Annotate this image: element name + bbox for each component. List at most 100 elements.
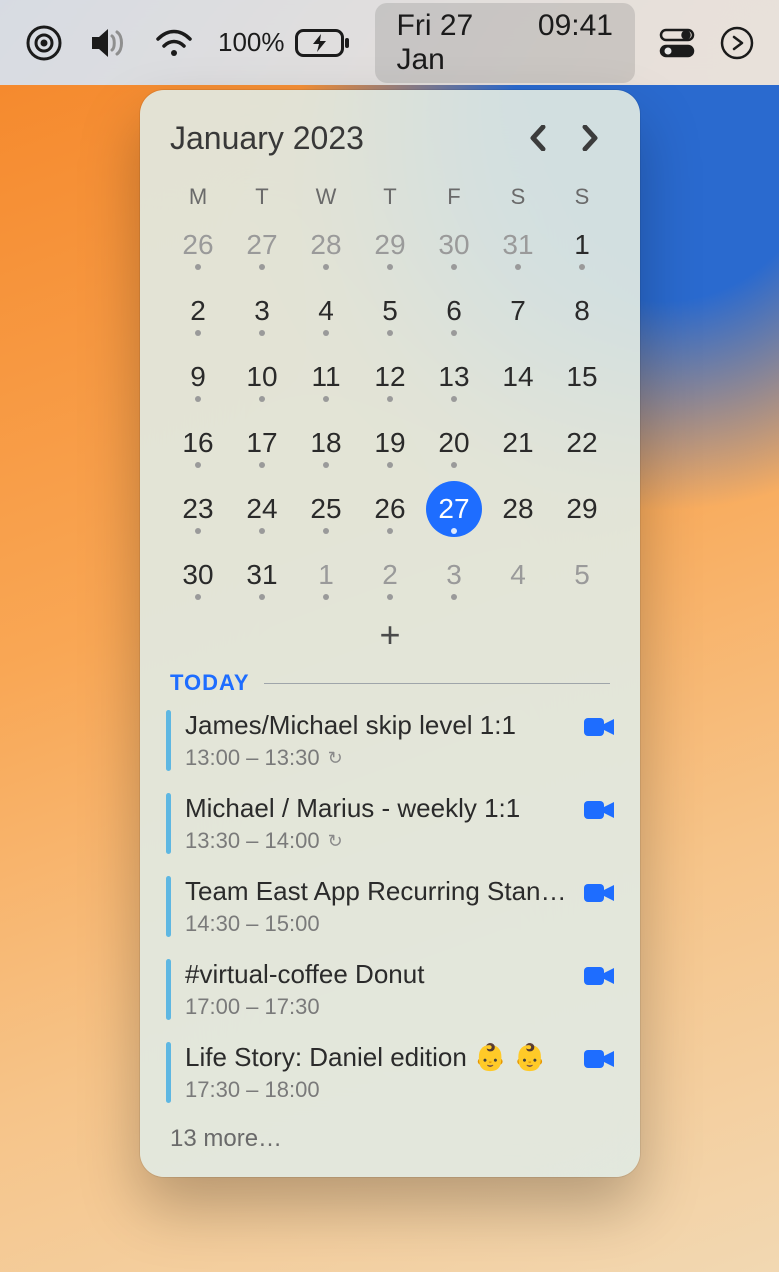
day-cell[interactable]: 4 <box>486 546 550 604</box>
event-color-bar <box>166 876 171 937</box>
next-month-button[interactable] <box>570 118 610 158</box>
day-cell[interactable]: 11 <box>294 348 358 406</box>
day-cell[interactable]: 15 <box>550 348 614 406</box>
battery-percent-label: 100% <box>218 27 285 58</box>
weekday-label: T <box>358 184 422 210</box>
month-title: January 2023 <box>170 120 506 157</box>
day-cell[interactable]: 27 <box>422 480 486 538</box>
video-call-icon[interactable] <box>584 716 614 738</box>
weekday-label: S <box>486 184 550 210</box>
day-cell[interactable]: 7 <box>486 282 550 340</box>
day-cell[interactable]: 17 <box>230 414 294 472</box>
event-color-bar <box>166 1042 171 1103</box>
wifi-icon[interactable] <box>154 28 194 58</box>
event-title: James/Michael skip level 1:1 <box>185 710 570 741</box>
day-cell[interactable]: 31 <box>230 546 294 604</box>
day-cell[interactable]: 28 <box>294 216 358 274</box>
day-cell[interactable]: 18 <box>294 414 358 472</box>
day-cell[interactable]: 20 <box>422 414 486 472</box>
day-cell[interactable]: 12 <box>358 348 422 406</box>
event-body: #virtual-coffee Donut 17:00 – 17:30 <box>185 959 570 1020</box>
event-color-bar <box>166 959 171 1020</box>
event-row[interactable]: Life Story: Daniel edition 👶 👶17:30 – 18… <box>166 1042 614 1103</box>
day-cell[interactable]: 21 <box>486 414 550 472</box>
video-call-icon[interactable] <box>584 965 614 987</box>
day-cell[interactable]: 28 <box>486 480 550 538</box>
menubar: 100% Fri 27 Jan 09:41 <box>0 0 779 85</box>
day-cell[interactable]: 3 <box>422 546 486 604</box>
day-cell[interactable]: 14 <box>486 348 550 406</box>
day-cell[interactable]: 2 <box>358 546 422 604</box>
event-color-bar <box>166 793 171 854</box>
day-cell[interactable]: 1 <box>294 546 358 604</box>
day-cell[interactable]: 6 <box>422 282 486 340</box>
add-event-button[interactable]: + <box>140 604 640 670</box>
day-cell[interactable]: 1 <box>550 216 614 274</box>
day-cell[interactable]: 29 <box>550 480 614 538</box>
battery-indicator[interactable]: 100% <box>218 27 351 58</box>
prev-month-button[interactable] <box>518 118 558 158</box>
weekday-label: W <box>294 184 358 210</box>
control-center-icon[interactable] <box>659 28 695 58</box>
day-cell[interactable]: 25 <box>294 480 358 538</box>
video-call-icon[interactable] <box>584 1048 614 1070</box>
weekday-label: S <box>550 184 614 210</box>
day-cell[interactable]: 30 <box>166 546 230 604</box>
today-label: TODAY <box>170 670 250 696</box>
day-cell[interactable]: 8 <box>550 282 614 340</box>
event-row[interactable]: Michael / Marius - weekly 1:113:30 – 14:… <box>166 793 614 854</box>
day-cell[interactable]: 5 <box>358 282 422 340</box>
app-icon[interactable] <box>24 23 64 63</box>
day-cell[interactable]: 27 <box>230 216 294 274</box>
day-cell[interactable]: 16 <box>166 414 230 472</box>
calendar-dropdown-panel: January 2023 MTWTFSS 2627282930311234567… <box>140 90 640 1177</box>
day-cell[interactable]: 13 <box>422 348 486 406</box>
recurring-icon: ↻ <box>328 831 343 852</box>
menubar-clock[interactable]: Fri 27 Jan 09:41 <box>375 3 636 83</box>
event-title: #virtual-coffee Donut <box>185 959 570 990</box>
event-body: Team East App Recurring Stan… 14:30 – 15:… <box>185 876 570 937</box>
day-cell[interactable]: 23 <box>166 480 230 538</box>
day-cell[interactable]: 2 <box>166 282 230 340</box>
day-cell[interactable]: 9 <box>166 348 230 406</box>
volume-icon[interactable] <box>88 26 130 60</box>
event-row[interactable]: James/Michael skip level 1:1 13:00 – 13:3… <box>166 710 614 771</box>
event-color-bar <box>166 710 171 771</box>
event-row[interactable]: #virtual-coffee Donut 17:00 – 17:30 <box>166 959 614 1020</box>
day-cell[interactable]: 5 <box>550 546 614 604</box>
day-cell[interactable]: 3 <box>230 282 294 340</box>
day-cell[interactable]: 26 <box>358 480 422 538</box>
day-cell[interactable]: 31 <box>486 216 550 274</box>
event-body: Life Story: Daniel edition 👶 👶17:30 – 18… <box>185 1042 570 1103</box>
event-time: 17:00 – 17:30 <box>185 994 570 1020</box>
event-time: 17:30 – 18:00 <box>185 1077 570 1103</box>
event-time: 14:30 – 15:00 <box>185 911 570 937</box>
weekday-label: T <box>230 184 294 210</box>
menubar-date: Fri 27 Jan <box>397 9 520 77</box>
video-call-icon[interactable] <box>584 882 614 904</box>
events-list: James/Michael skip level 1:1 13:00 – 13:3… <box>140 710 640 1103</box>
chevron-left-icon <box>529 125 547 151</box>
day-cell[interactable]: 30 <box>422 216 486 274</box>
day-cell[interactable]: 4 <box>294 282 358 340</box>
day-cell[interactable]: 22 <box>550 414 614 472</box>
day-cell[interactable]: 19 <box>358 414 422 472</box>
days-grid: 2627282930311234567891011121314151617181… <box>140 216 640 604</box>
event-time: 13:00 – 13:30↻ <box>185 745 570 771</box>
menubar-time: 09:41 <box>538 9 613 77</box>
event-row[interactable]: Team East App Recurring Stan… 14:30 – 15:… <box>166 876 614 937</box>
calendar-header: January 2023 <box>140 110 640 166</box>
event-time: 13:30 – 14:00↻ <box>185 828 570 854</box>
day-cell[interactable]: 26 <box>166 216 230 274</box>
video-call-icon[interactable] <box>584 799 614 821</box>
event-title: Team East App Recurring Stan… <box>185 876 570 907</box>
menu-extra-icon[interactable] <box>719 25 755 61</box>
recurring-icon: ↻ <box>328 748 343 769</box>
today-section-header: TODAY <box>140 670 640 696</box>
day-cell[interactable]: 29 <box>358 216 422 274</box>
weekday-label: M <box>166 184 230 210</box>
more-events-link[interactable]: 13 more… <box>140 1103 640 1153</box>
day-cell[interactable]: 10 <box>230 348 294 406</box>
day-cell[interactable]: 24 <box>230 480 294 538</box>
divider-line <box>264 683 610 684</box>
